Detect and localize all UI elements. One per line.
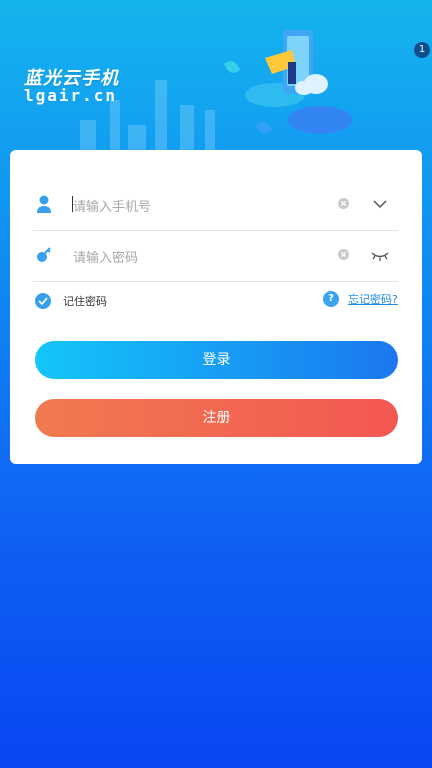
notification-badge[interactable]: 1 — [414, 42, 430, 58]
password-row: 请输入密码 — [33, 231, 398, 282]
clear-icon[interactable] — [338, 198, 349, 209]
phone-input[interactable]: 请输入手机号 — [73, 196, 151, 215]
remember-password[interactable]: 记住密码 — [35, 292, 107, 310]
check-icon[interactable] — [35, 293, 51, 309]
remember-label: 记住密码 — [63, 295, 107, 308]
key-icon — [37, 247, 51, 262]
register-button[interactable]: 注册 — [35, 399, 398, 437]
help-icon[interactable]: ? — [323, 291, 339, 307]
eye-closed-icon[interactable] — [371, 248, 389, 262]
forgot-password-link[interactable]: 忘记密码? — [348, 291, 398, 307]
login-card: 请输入手机号 请输入密码 记住密码 ? 忘记密码? 登录 注册 — [10, 150, 422, 464]
password-input[interactable]: 请输入密码 — [73, 247, 138, 266]
forgot-password[interactable]: ? 忘记密码? — [323, 291, 398, 307]
header-banner: 蓝光云手机 lgair.cn — [0, 0, 432, 150]
clear-icon[interactable] — [338, 249, 349, 260]
phone-row: 请输入手机号 — [33, 180, 398, 231]
app-domain: lgair.cn — [24, 86, 118, 105]
login-button[interactable]: 登录 — [35, 341, 398, 379]
chevron-down-icon[interactable] — [371, 197, 389, 211]
user-icon — [37, 195, 51, 213]
